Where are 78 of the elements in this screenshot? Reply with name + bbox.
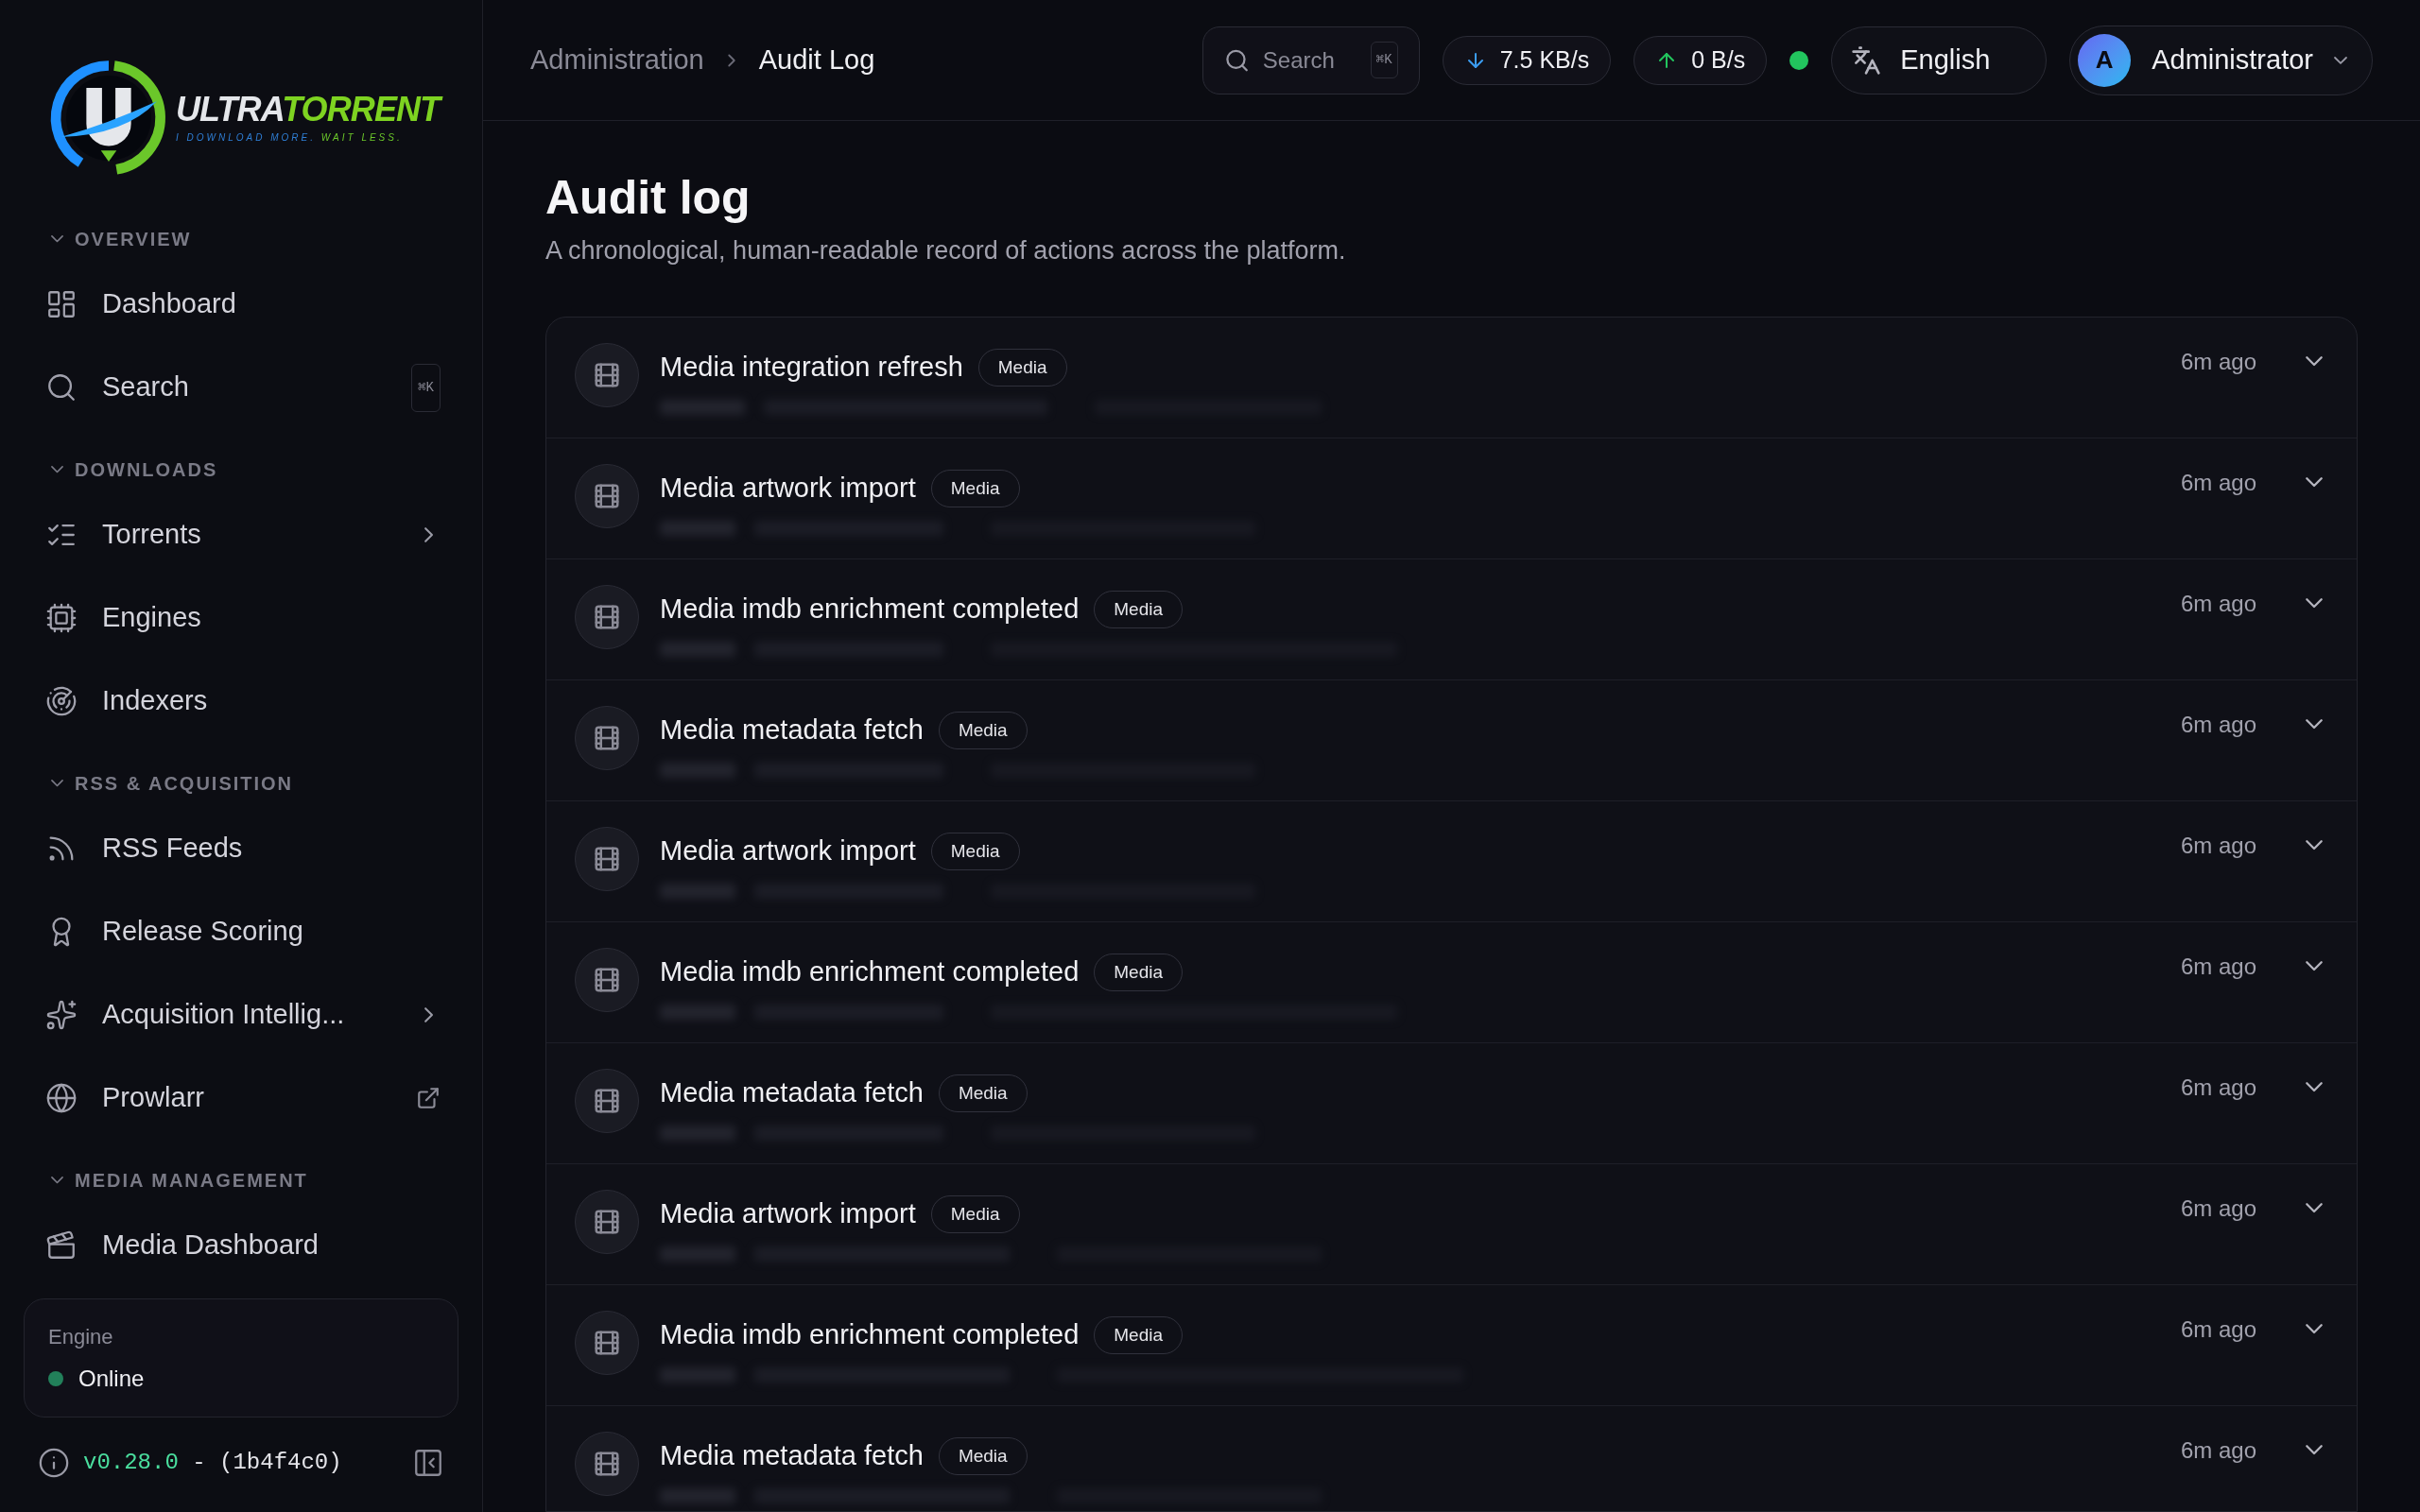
entry-time: 6m ago [2180,953,2256,981]
entry-time: 6m ago [2180,1194,2256,1223]
user-menu[interactable]: A Administrator [2069,25,2373,95]
entry-title: Media metadata fetch [660,1439,924,1472]
chevron-down-icon[interactable] [51,466,63,473]
entry-title: Media imdb enrichment completed [660,593,1080,626]
entry-time: 6m ago [2180,832,2256,860]
page-title: Audit log [545,170,752,226]
entry-time: 6m ago [2180,590,2256,618]
shortcut-key: ⌘K [1370,42,1398,78]
entry-time: 6m ago [2180,711,2256,739]
chevron-down-icon[interactable] [2306,1445,2323,1455]
sidebar-item[interactable]: Dashboard [0,263,482,346]
section-heading: OVERVIEW [75,228,192,251]
sidebar-item[interactable]: Indexers [0,660,482,743]
chevron-down-icon[interactable] [2306,719,2323,730]
entry-title: Media artwork import [660,472,916,505]
chevron-down-icon[interactable] [2306,477,2323,488]
sidebar-item[interactable]: Acquisition Intellig... [0,973,482,1057]
logo-tagline: I DOWNLOAD MORE. WAIT LESS. [176,130,404,145]
engine-label: Engine [48,1323,114,1350]
breadcrumb-current: Audit Log [758,43,875,77]
entry-title: Media imdb enrichment completed [660,955,1080,988]
entry-title: Media metadata fetch [660,713,924,747]
engine-status: Online [78,1364,145,1393]
chevron-down-icon[interactable] [2306,1082,2323,1092]
sidebar-item[interactable]: Engines [0,576,482,660]
chevron-down-icon[interactable] [51,1177,63,1184]
chevron-down-icon[interactable] [2306,840,2323,850]
section-heading: DOWNLOADS [75,458,218,482]
sidebar-item[interactable]: Media Dashboard [0,1204,482,1287]
section-heading: RSS & ACQUISITION [75,772,294,796]
section-heading: MEDIA MANAGEMENT [75,1169,308,1193]
translate-icon [1851,44,1882,76]
collapse-sidebar-icon[interactable] [412,1447,444,1479]
upload-speed: 0 B/s [1634,35,1768,85]
search-icon [45,371,78,404]
chevron-down-icon[interactable] [2306,1203,2323,1213]
chevron-down-icon [2334,56,2347,64]
chevron-down-icon[interactable] [51,780,63,787]
entry-title: Media metadata fetch [660,1076,924,1109]
entry-title: Media imdb enrichment completed [660,1318,1080,1351]
external-link-icon [416,1086,441,1110]
shortcut-key: ⌘K [411,363,441,412]
entry-title: Media artwork import [660,1197,916,1230]
chevron-down-icon[interactable] [2306,598,2323,609]
chevron-down-icon[interactable] [2306,961,2323,971]
page-subtitle: A chronological, human-readable record of actions across the platform. [545,234,1347,266]
clapperboard-icon [45,1229,78,1262]
chevron-down-icon[interactable] [2306,1324,2323,1334]
globe-icon [45,1082,78,1114]
entry-time: 6m ago [2180,1074,2256,1102]
entry-title: Media artwork import [660,834,916,868]
entry-time: 6m ago [2180,1436,2256,1465]
sidebar-item[interactable]: Prowlarr [0,1057,482,1140]
sidebar-item[interactable]: Search ⌘K [0,346,482,429]
info-icon[interactable] [38,1447,70,1479]
language-selector[interactable]: English [1831,26,2048,94]
chevron-right-icon [424,527,433,542]
search-field[interactable]: Search [1262,43,1357,77]
sidebar-item[interactable]: RSS Feeds [0,807,482,890]
entry-time: 6m ago [2180,469,2256,497]
breadcrumb-link[interactable]: Administration [530,39,704,81]
sidebar-item[interactable]: Release Scoring [0,890,482,973]
entry-time: 6m ago [2180,348,2256,376]
sidebar-item[interactable]: Torrents [0,493,482,576]
chevron-down-icon[interactable] [2306,356,2323,367]
version-text: v0.28.0 - (1b4f4c0) [83,1449,343,1477]
dashboard-icon [45,288,78,320]
chevron-down-icon[interactable] [51,235,63,243]
entry-title: Media integration refresh [660,351,963,384]
chevron-right-icon [424,1007,433,1022]
sparkles-icon [45,999,78,1031]
download-speed: 7.5 KB/s [1442,35,1612,85]
radar-icon [45,685,78,717]
chip-icon [45,602,78,634]
user-avatar: A [2078,33,2132,87]
entry-time: 6m ago [2180,1315,2256,1344]
